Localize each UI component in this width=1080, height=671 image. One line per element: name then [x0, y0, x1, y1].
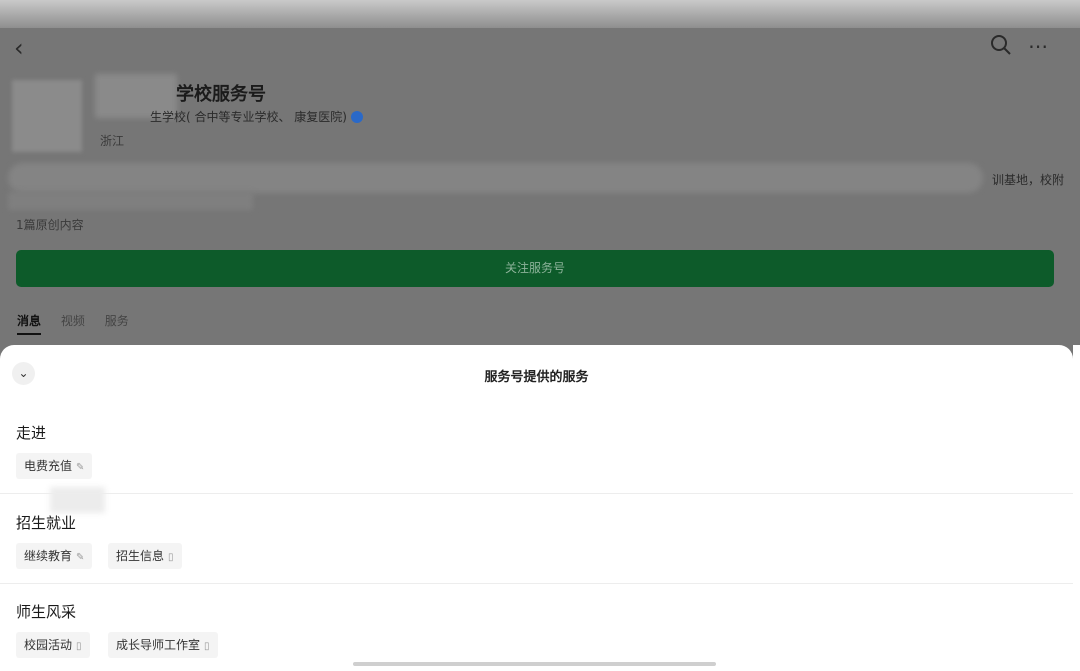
- account-name: 学校服务号: [176, 84, 266, 105]
- tab-services[interactable]: 服务: [105, 312, 129, 333]
- chip-label: 招生信息: [116, 549, 165, 563]
- search-icon[interactable]: [990, 34, 1012, 56]
- status-bar-fade: [0, 0, 1080, 30]
- doc-icon: ▯: [76, 641, 82, 652]
- service-chip-campus-activities[interactable]: 校园活动 ▯: [16, 632, 90, 658]
- avatar: [12, 80, 82, 152]
- chip-label: 校园活动: [24, 638, 73, 652]
- redacted-description: [8, 163, 983, 193]
- follow-button[interactable]: 关注服务号: [16, 250, 1054, 287]
- divider: [0, 583, 1073, 584]
- doc-icon: ▯: [204, 641, 210, 652]
- section-title: 招生就业: [16, 514, 77, 532]
- service-chip-continuing-education[interactable]: 继续教育 ✎: [16, 543, 93, 569]
- sheet-title: 服务号提供的服务: [484, 370, 589, 385]
- chevron-left-icon[interactable]: ‹: [14, 34, 24, 62]
- tab-messages[interactable]: 消息: [17, 312, 42, 335]
- redacted-description-2: [8, 192, 253, 210]
- service-chip-electricity[interactable]: 电费充值 ✎: [16, 453, 93, 479]
- more-icon[interactable]: ⋯: [1028, 34, 1049, 58]
- account-subtitle-text: 生学校( 合中等专业学校、 康复医院): [150, 110, 347, 124]
- edit-icon: ✎: [76, 462, 85, 473]
- service-chip-mentor-studio[interactable]: 成长导师工作室 ▯: [108, 632, 218, 658]
- description-tail: 训基地，校附: [992, 173, 1065, 187]
- tab-bar: 消息 视频 服务: [17, 312, 145, 335]
- sheet-edge: [1073, 345, 1080, 671]
- services-sheet: ⌄ 服务号提供的服务 走进 电费充值 ✎ 招生就业 继续教育 ✎ 招生信息 ▯ 师生风…: [0, 345, 1073, 671]
- redacted-school-name: [50, 487, 105, 513]
- service-chip-admission-info[interactable]: 招生信息 ▯: [108, 543, 182, 569]
- home-indicator[interactable]: [353, 662, 716, 666]
- chip-label: 继续教育: [24, 549, 73, 563]
- divider: [0, 493, 1073, 494]
- doc-icon: ▯: [168, 552, 174, 563]
- chip-label: 电费充值: [24, 459, 73, 473]
- chip-label: 成长导师工作室: [116, 638, 201, 652]
- section-title: 走进: [16, 424, 47, 442]
- verified-icon: [351, 111, 363, 123]
- account-subtitle: 生学校( 合中等专业学校、 康复医院): [150, 108, 363, 125]
- tab-videos[interactable]: 视频: [61, 312, 85, 333]
- original-content-count[interactable]: 1篇原创内容: [16, 216, 84, 233]
- section-title: 师生风采: [16, 603, 77, 621]
- edit-icon: ✎: [76, 552, 85, 563]
- region: 浙江: [100, 134, 125, 148]
